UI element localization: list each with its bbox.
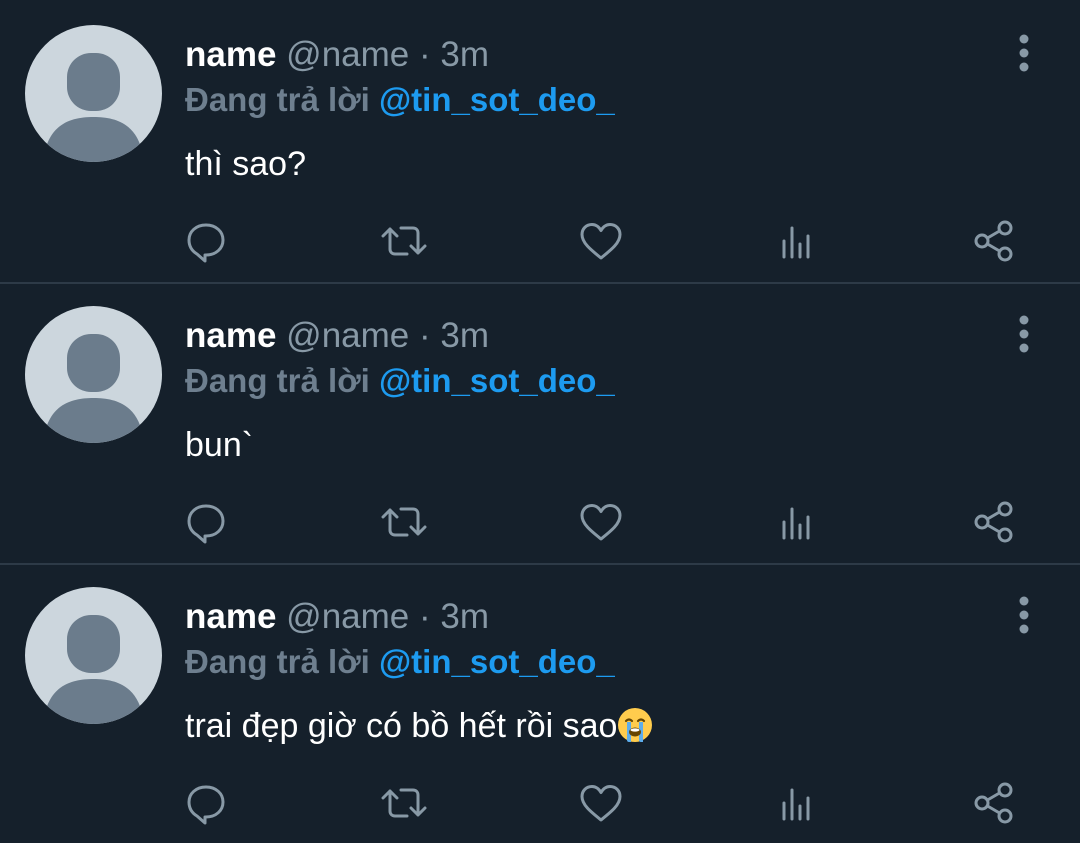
share-icon [974,782,1013,824]
timestamp[interactable]: 3m [440,316,489,355]
user-handle[interactable]: @name [286,35,409,74]
tweet-header: name @name · 3m [185,592,489,642]
retweet-icon [381,226,427,256]
like-button[interactable] [576,778,626,828]
timestamp[interactable]: 3m [440,35,489,74]
default-avatar-icon [43,334,144,443]
reply-button[interactable] [181,216,231,266]
share-icon [974,220,1013,262]
replying-to-mention[interactable]: @tin_sot_deo_ [379,643,615,680]
share-button[interactable] [969,778,1019,828]
display-name[interactable]: name [185,597,276,636]
reply-button[interactable] [181,497,231,547]
tweet-actions [0,216,1080,266]
avatar[interactable] [25,306,162,443]
tweet-text-content: thì sao? [185,145,306,183]
default-avatar-icon [43,53,144,162]
analytics-button[interactable] [771,497,821,547]
tweet-header: name @name · 3m [185,311,489,361]
more-button[interactable] [1004,311,1044,357]
like-icon [580,504,622,541]
user-handle[interactable]: @name [286,316,409,355]
tweet-text: thì sao? [185,139,306,189]
share-icon [974,501,1013,543]
share-button[interactable] [969,497,1019,547]
avatar[interactable] [25,587,162,724]
reply-icon [187,223,225,263]
reply-button[interactable] [181,778,231,828]
analytics-button[interactable] [771,216,821,266]
timestamp[interactable]: 3m [440,597,489,636]
tweet-text: trai đẹp giờ có bồ hết rồi sao [185,701,653,751]
more-vertical-icon [1019,34,1029,72]
replying-to-line: Đang trả lời @tin_sot_deo_ [185,638,615,686]
share-button[interactable] [969,216,1019,266]
retweet-icon [381,507,427,537]
retweet-button[interactable] [379,497,429,547]
replying-to-line: Đang trả lời @tin_sot_deo_ [185,357,615,405]
more-button[interactable] [1004,592,1044,638]
reply-icon [187,785,225,825]
analytics-button[interactable] [771,778,821,828]
analytics-icon [782,507,810,540]
user-handle[interactable]: @name [286,597,409,636]
tweet[interactable]: name @name · 3m Đang trả lời @tin_sot_de… [0,0,1080,281]
retweet-icon [381,788,427,818]
more-vertical-icon [1019,596,1029,634]
retweet-button[interactable] [379,778,429,828]
separator-dot: · [419,597,431,636]
tweet-actions [0,497,1080,547]
analytics-icon [782,788,810,821]
loudly-crying-face-emoji [617,707,653,743]
like-button[interactable] [576,216,626,266]
more-button[interactable] [1004,30,1044,76]
analytics-icon [782,226,810,259]
display-name[interactable]: name [185,316,276,355]
like-icon [580,785,622,822]
like-button[interactable] [576,497,626,547]
tweet-timeline: name @name · 3m Đang trả lời @tin_sot_de… [0,0,1080,838]
tweet-text-content: trai đẹp giờ có bồ hết rồi sao [185,707,618,745]
tweet-text-content: bun` [185,426,254,464]
reply-icon [187,504,225,544]
replying-to-line: Đang trả lời @tin_sot_deo_ [185,76,615,124]
tweet-actions [0,778,1080,828]
more-vertical-icon [1019,315,1029,353]
tweet[interactable]: name @name · 3m Đang trả lời @tin_sot_de… [0,281,1080,562]
replying-to-mention[interactable]: @tin_sot_deo_ [379,362,615,399]
separator-dot: · [419,316,431,355]
display-name[interactable]: name [185,35,276,74]
tweet-text: bun` [185,420,253,470]
avatar[interactable] [25,25,162,162]
separator-dot: · [419,35,431,74]
replying-to-label: Đang trả lời [185,643,370,680]
replying-to-label: Đang trả lời [185,362,370,399]
replying-to-label: Đang trả lời [185,81,370,118]
replying-to-mention[interactable]: @tin_sot_deo_ [379,81,615,118]
retweet-button[interactable] [379,216,429,266]
like-icon [580,223,622,260]
default-avatar-icon [43,615,144,724]
tweet-header: name @name · 3m [185,30,489,80]
tweet[interactable]: name @name · 3m Đang trả lời @tin_sot_de… [0,562,1080,843]
